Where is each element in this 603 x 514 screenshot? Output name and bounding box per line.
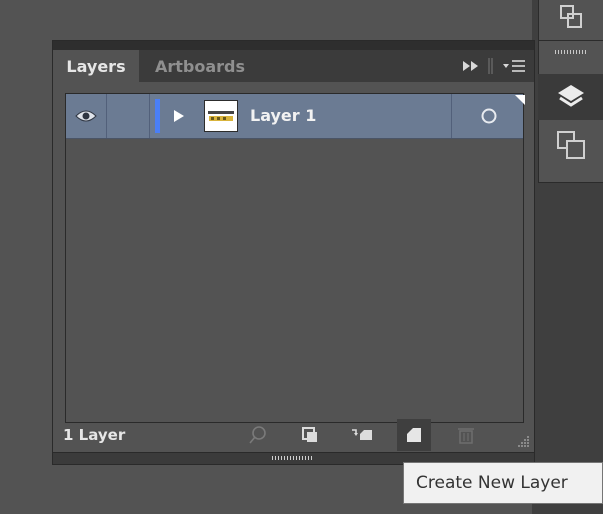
panel-footer: 1 Layer bbox=[53, 417, 534, 453]
search-icon bbox=[249, 426, 266, 444]
dock-artboards-button[interactable] bbox=[538, 0, 603, 38]
delete-layer-button[interactable] bbox=[449, 419, 483, 451]
artwork-thumbnail-icon bbox=[208, 111, 234, 121]
trash-icon bbox=[458, 428, 474, 444]
layer-thumbnail bbox=[204, 100, 238, 132]
create-sublayer-button[interactable] bbox=[345, 419, 379, 451]
expand-triangle-icon[interactable] bbox=[173, 109, 185, 123]
tooltip-text: Create New Layer bbox=[416, 473, 568, 493]
fast-forward-icon[interactable] bbox=[462, 60, 480, 72]
panel-menu-controls bbox=[462, 50, 526, 82]
clipping-mask-icon bbox=[302, 427, 317, 442]
make-clipping-mask-button[interactable] bbox=[293, 419, 327, 451]
sublayer-icon bbox=[352, 429, 372, 440]
new-layer-icon bbox=[407, 428, 421, 442]
tab-artboards[interactable]: Artboards bbox=[139, 50, 261, 82]
dock-artboards-panel-button[interactable] bbox=[538, 122, 603, 168]
tab-artboards-label: Artboards bbox=[154, 56, 246, 76]
panel-title-bar[interactable] bbox=[53, 41, 534, 50]
artboards-icon bbox=[559, 5, 582, 28]
layer-name[interactable]: Layer 1 bbox=[250, 94, 316, 138]
layer-color-indicator bbox=[155, 99, 160, 133]
target-appearance[interactable] bbox=[451, 94, 526, 138]
tab-layers-label: Layers bbox=[66, 56, 126, 76]
artboards-panel-icon bbox=[556, 131, 585, 159]
layers-list: Layer 1 bbox=[65, 93, 526, 423]
dock-divider bbox=[538, 40, 603, 41]
dock-layers-button[interactable] bbox=[538, 74, 603, 120]
layer-count: 1 Layer bbox=[63, 426, 126, 444]
tab-layers[interactable]: Layers bbox=[53, 50, 139, 82]
layer-row[interactable]: Layer 1 bbox=[66, 94, 526, 139]
resize-grip-icon[interactable] bbox=[516, 435, 530, 447]
layers-icon bbox=[557, 85, 584, 107]
locate-object-button[interactable] bbox=[241, 419, 275, 451]
lock-toggle[interactable] bbox=[107, 94, 150, 138]
visibility-toggle[interactable] bbox=[66, 94, 107, 138]
layers-panel: Layers Artboards Layer 1 1 Layer bbox=[52, 40, 535, 465]
eye-icon bbox=[75, 110, 97, 122]
dock-drag-grip[interactable] bbox=[555, 50, 587, 54]
target-circle-icon bbox=[481, 108, 497, 124]
selection-corner-icon bbox=[515, 95, 525, 105]
separator-icon bbox=[488, 58, 493, 74]
tooltip: Create New Layer bbox=[403, 462, 603, 504]
panel-menu-icon[interactable] bbox=[502, 59, 526, 73]
create-new-layer-button[interactable] bbox=[397, 419, 431, 451]
panel-drag-grip[interactable] bbox=[272, 456, 312, 460]
